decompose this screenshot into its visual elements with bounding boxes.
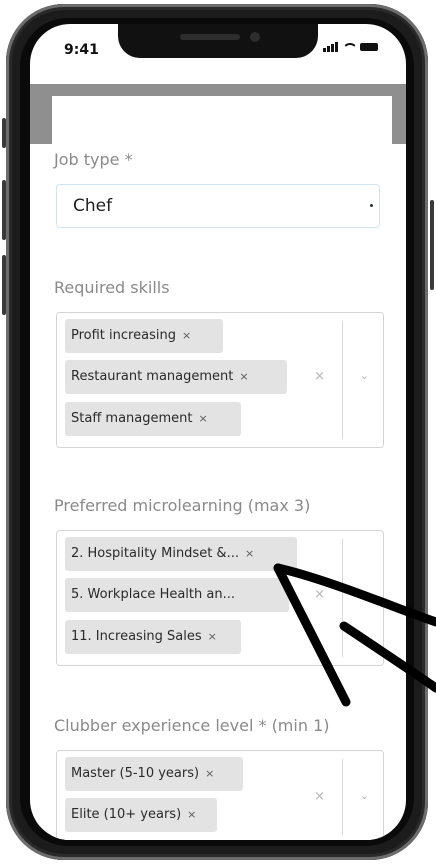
chip-remove-icon[interactable]: × — [205, 767, 214, 780]
chip-remove-icon[interactable]: × — [199, 412, 208, 425]
required-skills-label: Required skills — [54, 278, 170, 297]
chevron-down-icon[interactable]: ⌄ — [360, 369, 369, 382]
chip-remove-icon[interactable]: × — [182, 329, 191, 342]
status-time: 9:41 — [64, 42, 99, 58]
form-panel: Job type * Chef Required skills Profit i… — [52, 96, 392, 840]
speaker — [180, 34, 240, 40]
chip-remove-icon[interactable]: × — [187, 808, 196, 821]
experience-chip[interactable]: Elite (10+ years) × — [65, 798, 217, 832]
skill-chip[interactable]: Restaurant management × — [65, 360, 287, 394]
divider — [342, 759, 343, 835]
skill-chip[interactable]: Profit increasing × — [65, 319, 223, 353]
phone-screen: 9:41 Job type * Chef Required skills Pro… — [30, 24, 406, 840]
chevron-down-icon[interactable]: ⌄ — [360, 587, 369, 600]
experience-chip[interactable]: Master (5-10 years) × — [65, 757, 243, 791]
volume-down-button — [2, 255, 6, 315]
volume-up-button — [2, 180, 6, 240]
microlearning-multiselect[interactable]: 2. Hospitality Mindset &... × 5. Workplac… — [56, 530, 384, 666]
microlearning-chip[interactable]: 11. Increasing Sales × — [65, 620, 241, 654]
job-type-value: Chef — [73, 196, 113, 216]
divider — [342, 321, 343, 439]
job-type-label: Job type * — [54, 150, 133, 169]
divider — [342, 539, 343, 657]
power-button — [430, 200, 434, 290]
experience-label: Clubber experience level * (min 1) — [54, 716, 330, 735]
camera — [250, 32, 260, 42]
experience-multiselect[interactable]: Master (5-10 years) × Elite (10+ years) × … — [56, 750, 384, 840]
microlearning-label: Preferred microlearning (max 3) — [54, 496, 311, 515]
chip-remove-icon[interactable]: × — [245, 547, 254, 560]
job-type-select[interactable]: Chef — [56, 184, 380, 228]
status-icons — [323, 42, 378, 52]
battery-icon — [360, 43, 378, 51]
notch — [118, 24, 318, 58]
dropdown-indicator-icon — [370, 204, 373, 207]
mute-switch — [2, 118, 6, 148]
clear-all-icon[interactable]: × — [314, 369, 325, 384]
skill-chip[interactable]: Staff management × — [65, 402, 241, 436]
chip-remove-icon[interactable]: × — [208, 630, 217, 643]
signal-icon — [323, 42, 338, 52]
wifi-icon — [343, 43, 355, 52]
microlearning-chip[interactable]: 2. Hospitality Mindset &... × — [65, 537, 297, 571]
required-skills-multiselect[interactable]: Profit increasing × Restaurant management… — [56, 312, 384, 448]
microlearning-chip[interactable]: 5. Workplace Health an... — [65, 578, 289, 612]
chevron-down-icon[interactable]: ⌄ — [360, 789, 369, 802]
chip-remove-icon[interactable]: × — [239, 370, 248, 383]
clear-all-icon[interactable]: × — [314, 587, 325, 602]
clear-all-icon[interactable]: × — [314, 789, 325, 804]
